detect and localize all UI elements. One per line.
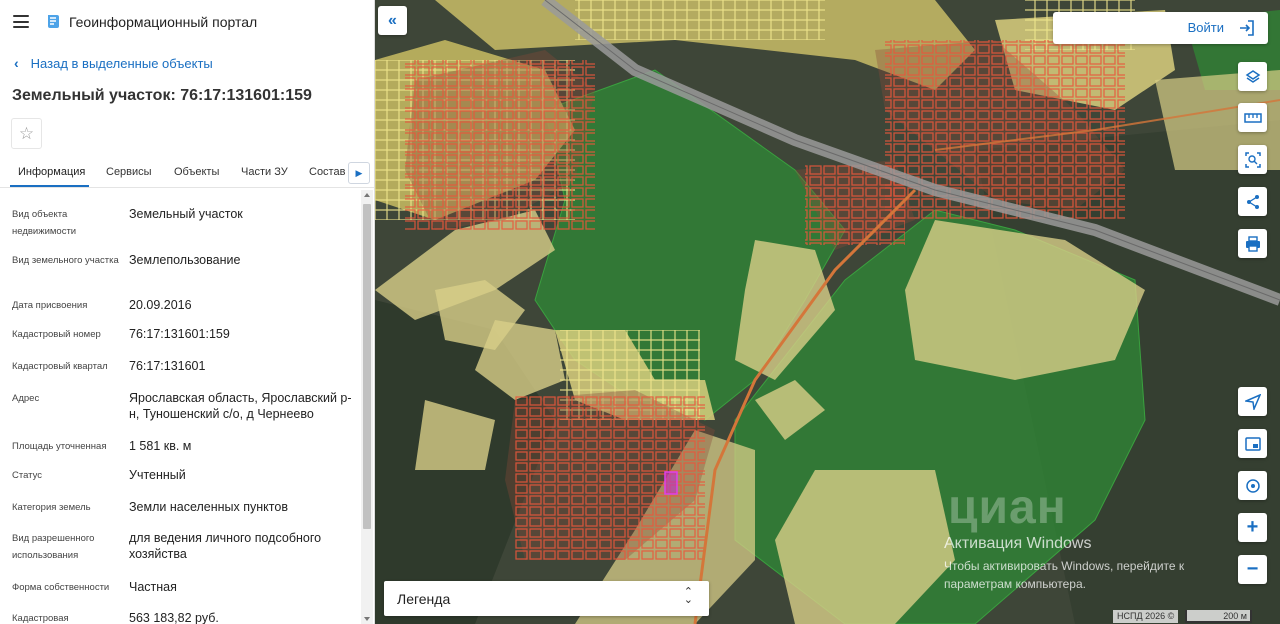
print-icon [1245, 235, 1260, 252]
layers-icon [1245, 69, 1260, 83]
login-icon [1240, 20, 1254, 36]
tabs-scroll-right-button[interactable]: ▶ [348, 162, 370, 184]
info-panel: Геоинформационный портал ‹ Назад в выдел… [0, 0, 375, 624]
windows-activation-subtitle: Чтобы активировать Windows, перейдите к … [944, 559, 1185, 591]
chevron-left-icon: ‹ [14, 55, 19, 71]
panel-header: Геоинформационный портал [0, 0, 374, 44]
map-imagery [375, 0, 1280, 624]
map-attribution: НСПД 2026 © [1113, 610, 1179, 623]
property-label: Кадастровая [12, 613, 69, 624]
property-value: Частная [129, 580, 177, 594]
geolocation-icon [1245, 478, 1260, 493]
zoom-in-button[interactable]: + [1238, 513, 1267, 542]
property-value: Земельный участок [129, 207, 243, 221]
property-value: Учтенный [129, 468, 186, 482]
tab-information[interactable]: Информация [18, 166, 85, 178]
property-value: 76:17:131601:159 [129, 327, 230, 341]
cian-watermark-logo: циан [948, 481, 1067, 534]
measure-button[interactable] [1238, 103, 1267, 132]
minimap-button[interactable] [1238, 429, 1267, 458]
navigate-button[interactable] [1238, 387, 1267, 416]
property-label: Дата присвоения [12, 300, 88, 311]
menu-icon[interactable] [13, 15, 29, 28]
login-label: Войти [1187, 20, 1224, 35]
scale-bar: 200 м [1185, 610, 1252, 623]
property-label: Статус [12, 470, 43, 481]
map-canvas[interactable] [375, 0, 1280, 624]
tab-composition[interactable]: Состав [309, 166, 345, 178]
object-title: Земельный участок: 76:17:131601:159 [12, 87, 312, 104]
star-icon: ☆ [18, 123, 35, 143]
panel-scrollbar[interactable] [361, 190, 373, 624]
property-value: для ведения личного подсобного хозяйства [129, 531, 322, 561]
legend-dropdown[interactable]: Легенда ⌃ ⌄ [384, 581, 709, 616]
plus-icon: + [1246, 516, 1259, 538]
scrollbar-thumb[interactable] [363, 204, 371, 529]
tab-objects[interactable]: Объекты [174, 166, 219, 178]
property-label: Форма собственности [12, 582, 110, 593]
double-chevron-left-icon: « [388, 11, 397, 29]
property-label: Адрес [12, 393, 40, 404]
login-button[interactable]: Войти [1053, 12, 1268, 44]
scroll-down-icon[interactable] [364, 617, 370, 621]
print-button[interactable] [1238, 229, 1267, 258]
legend-label: Легенда [397, 591, 451, 607]
back-link-label: Назад в выделенные объекты [30, 55, 213, 71]
select-area-button[interactable] [1238, 145, 1267, 174]
property-label: Вид разрешенного использования [12, 533, 95, 561]
property-label: Вид объекта недвижимости [12, 209, 77, 237]
back-to-selected-link[interactable]: ‹ Назад в выделенные объекты [14, 55, 213, 71]
active-tab-indicator [10, 185, 89, 187]
chevron-up-down-icon: ⌃ ⌄ [683, 586, 693, 606]
object-tabs: Информация Сервисы Объекты Части ЗУ Сост… [0, 158, 374, 188]
collapse-panel-button[interactable]: « [378, 6, 407, 35]
windows-activation-title: Активация Windows [944, 535, 1092, 552]
property-label: Вид земельного участка [12, 255, 119, 266]
minimap-icon [1244, 436, 1261, 451]
scroll-up-icon[interactable] [364, 193, 370, 197]
tab-parts[interactable]: Части ЗУ [241, 166, 288, 178]
geolocation-button[interactable] [1238, 471, 1267, 500]
property-value: 563 183,82 руб. [129, 611, 219, 624]
locate-icon [1244, 393, 1261, 410]
property-label: Кадастровый номер [12, 329, 101, 340]
share-icon [1246, 194, 1259, 209]
caret-right-icon: ▶ [355, 167, 363, 178]
ruler-icon [1243, 112, 1262, 123]
layers-button[interactable] [1238, 62, 1267, 91]
share-button[interactable] [1238, 187, 1267, 216]
property-value: Земли населенных пунктов [129, 500, 288, 514]
property-value: 76:17:131601 [129, 359, 206, 373]
property-label: Площадь уточненная [12, 441, 107, 452]
property-value: Ярославская область, Ярославский р-н, Ту… [129, 391, 352, 421]
minus-icon: − [1246, 558, 1259, 580]
property-value: Землепользование [129, 253, 241, 267]
property-label: Категория земель [12, 502, 91, 513]
property-label: Кадастровый квартал [12, 361, 108, 372]
select-area-icon [1244, 151, 1261, 168]
property-value: 1 581 кв. м [129, 439, 192, 453]
favorite-button[interactable]: ☆ [11, 118, 42, 149]
property-value: 20.09.2016 [129, 298, 192, 312]
tab-services[interactable]: Сервисы [106, 166, 152, 178]
portal-title: Геоинформационный портал [69, 14, 258, 30]
portal-logo-icon [48, 15, 59, 28]
